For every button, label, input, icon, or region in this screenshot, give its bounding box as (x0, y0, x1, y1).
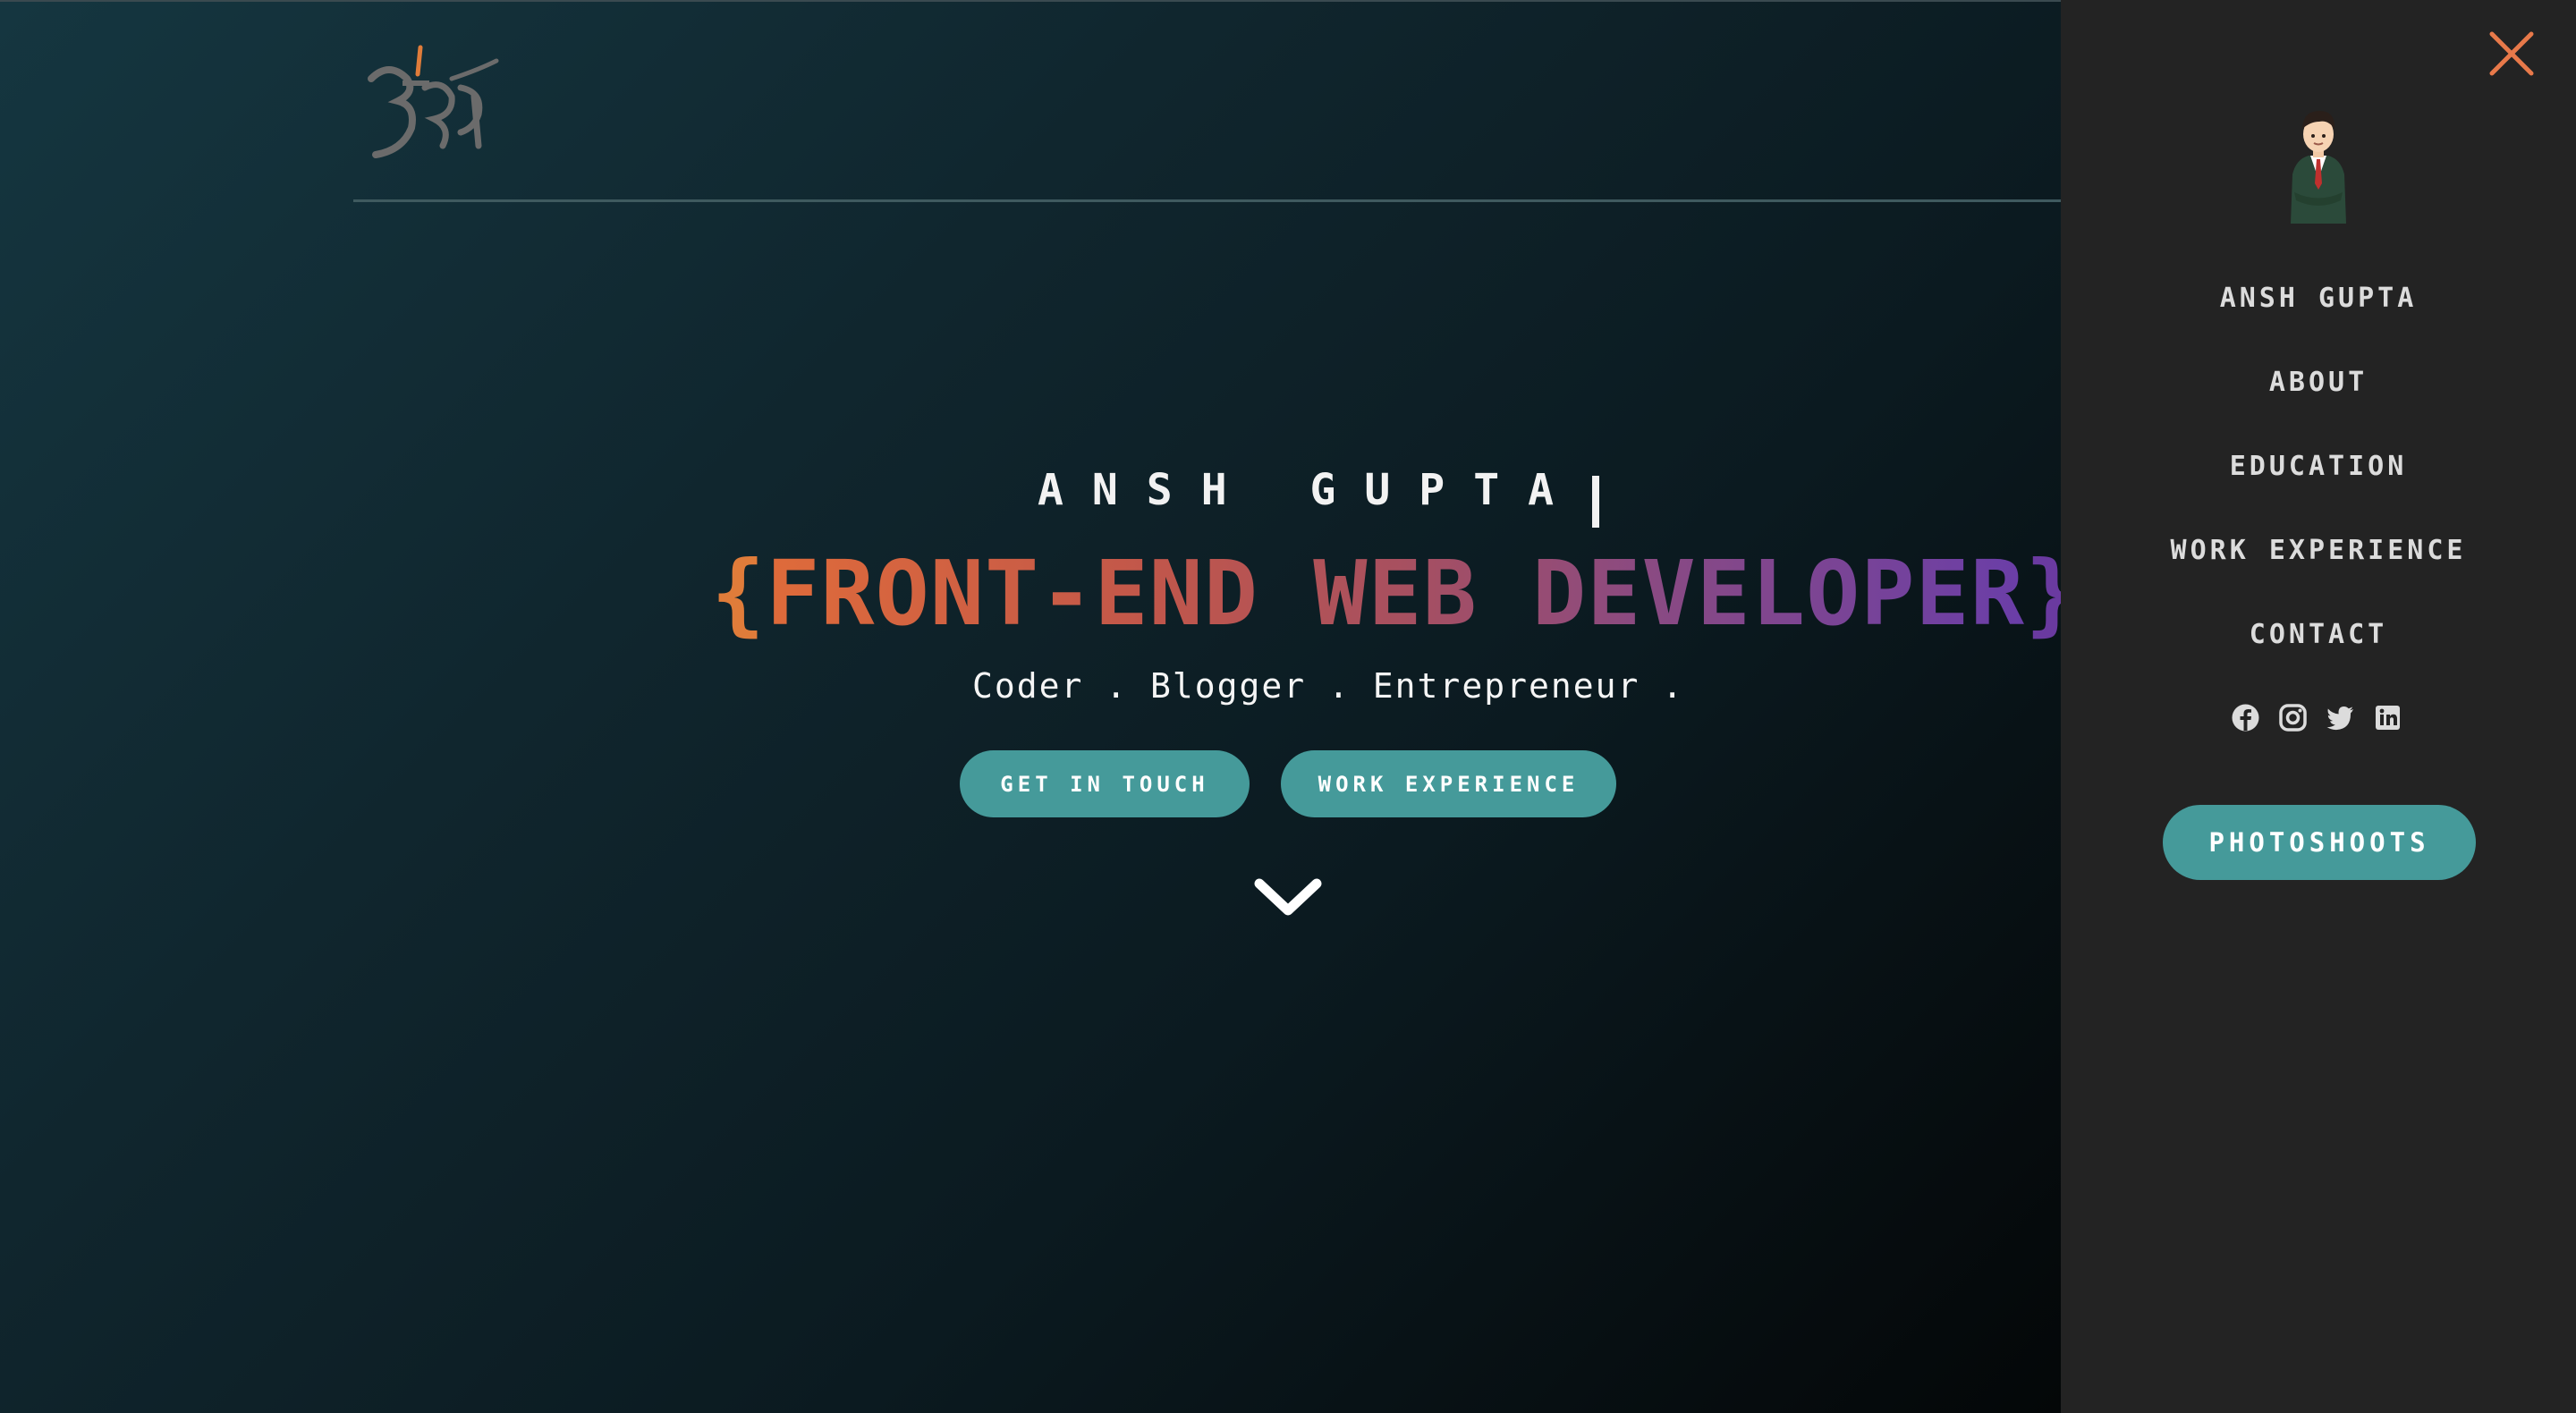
sidebar-item-work-experience[interactable]: WORK EXPERIENCE (2061, 535, 2576, 566)
sidebar-item-education[interactable]: EDUCATION (2061, 451, 2576, 482)
avatar (2291, 111, 2346, 224)
page: ANSH GUPTA {FRONT-END WEB DEVELOPER} Cod… (0, 0, 2576, 1413)
social-links (2231, 703, 2402, 733)
hero-name: ANSH GUPTA (1038, 465, 1582, 515)
photoshoots-button[interactable]: PHOTOSHOOTS (2163, 805, 2476, 880)
instagram-icon[interactable] (2278, 703, 2308, 732)
close-icon[interactable] (2488, 30, 2535, 77)
header-divider (353, 199, 2061, 202)
sidebar-item-ansh-gupta[interactable]: ANSH GUPTA (2061, 283, 2576, 314)
sidebar-item-contact[interactable]: CONTACT (2061, 619, 2576, 650)
facebook-icon[interactable] (2231, 703, 2260, 732)
hero-section (0, 0, 2061, 1413)
logo-icon[interactable] (353, 43, 505, 168)
chevron-down-icon[interactable] (1254, 876, 1322, 919)
work-experience-button[interactable]: WORK EXPERIENCE (1281, 750, 1616, 817)
hero-title: {FRONT-END WEB DEVELOPER} (711, 541, 2080, 646)
twitter-icon[interactable] (2326, 703, 2355, 732)
title-text: FRONT-END WEB DEVELOPER (766, 541, 2025, 646)
hero-tagline: Coder . Blogger . Entrepreneur . (972, 666, 1685, 706)
typing-cursor (1592, 476, 1599, 528)
sidebar-item-about[interactable]: ABOUT (2061, 367, 2576, 398)
get-in-touch-button[interactable]: GET IN TOUCH (960, 750, 1250, 817)
title-open-brace: { (711, 541, 767, 646)
linkedin-icon[interactable] (2373, 703, 2402, 732)
